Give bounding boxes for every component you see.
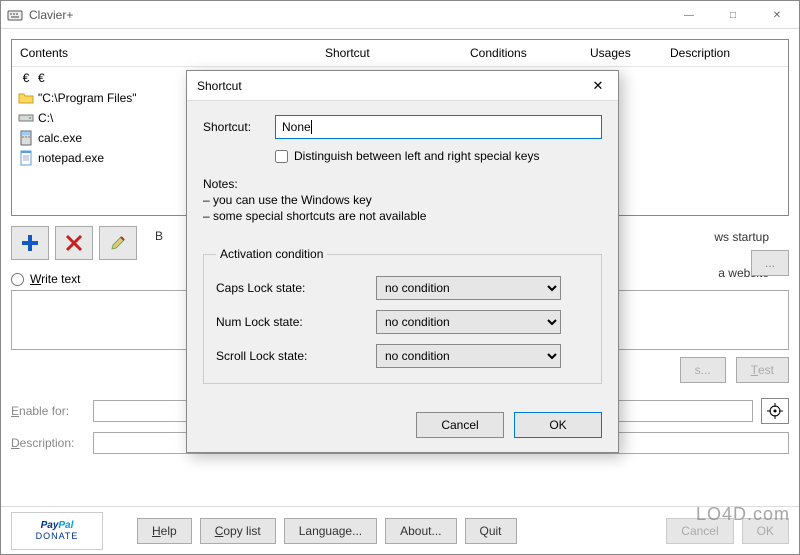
- dialog-close-button[interactable]: ✕: [584, 75, 612, 97]
- bottom-bar: PayPal DONATE Help Copy list Language...…: [1, 506, 799, 554]
- note-line: – some special shortcuts are not availab…: [203, 209, 602, 223]
- folder-icon: [18, 90, 34, 106]
- num-lock-row: Num Lock state: no condition: [216, 305, 589, 339]
- column-description[interactable]: Description: [662, 40, 788, 66]
- notes-block: Notes: – you can use the Windows key – s…: [203, 177, 602, 223]
- drive-icon: [18, 110, 34, 126]
- list-item-label: C:\: [38, 111, 53, 125]
- titlebar: Clavier+ — □ ✕: [1, 1, 799, 29]
- about-button[interactable]: About...: [385, 518, 456, 544]
- help-button[interactable]: Help: [137, 518, 192, 544]
- browse-button[interactable]: ...: [751, 250, 789, 276]
- paypal-donate-button[interactable]: PayPal DONATE: [11, 512, 103, 550]
- edit-button[interactable]: [99, 226, 137, 260]
- startup-label-partial: ws startup: [714, 230, 769, 244]
- target-picker-button[interactable]: [761, 398, 789, 424]
- enable-for-label: Enable for:: [11, 404, 85, 418]
- dialog-titlebar: Shortcut ✕: [187, 71, 618, 101]
- caps-lock-select[interactable]: no condition: [376, 276, 561, 300]
- column-contents[interactable]: Contents: [12, 40, 317, 66]
- column-conditions[interactable]: Conditions: [462, 40, 582, 66]
- list-item-label: calc.exe: [38, 131, 82, 145]
- shortcut-dialog: Shortcut ✕ Shortcut: None Distinguish be…: [186, 70, 619, 453]
- dialog-body: Shortcut: None Distinguish between left …: [187, 101, 618, 406]
- scroll-lock-row: Scroll Lock state: no condition: [216, 339, 589, 373]
- euro-icon: €: [18, 70, 34, 86]
- shortcut-input[interactable]: None: [275, 115, 602, 139]
- distinguish-row: Distinguish between left and right speci…: [275, 149, 602, 163]
- note-line: – you can use the Windows key: [203, 193, 602, 207]
- dialog-ok-button[interactable]: OK: [514, 412, 602, 438]
- caps-lock-row: Caps Lock state: no condition: [216, 271, 589, 305]
- app-icon: [7, 7, 23, 23]
- column-usages[interactable]: Usages: [582, 40, 662, 66]
- column-shortcut[interactable]: Shortcut: [317, 40, 462, 66]
- shortcut-label: Shortcut:: [203, 120, 267, 134]
- distinguish-label: Distinguish between left and right speci…: [294, 149, 539, 163]
- notepad-icon: [18, 150, 34, 166]
- delete-button[interactable]: [55, 226, 93, 260]
- write-text-label: Write text: [30, 272, 80, 286]
- notes-title: Notes:: [203, 177, 602, 191]
- scroll-lock-select[interactable]: no condition: [376, 344, 561, 368]
- more-button[interactable]: s...: [680, 357, 726, 383]
- main-cancel-button[interactable]: Cancel: [666, 518, 733, 544]
- list-item-label: notepad.exe: [38, 151, 104, 165]
- dialog-cancel-button[interactable]: Cancel: [416, 412, 504, 438]
- main-ok-button[interactable]: OK: [742, 518, 789, 544]
- quit-button[interactable]: Quit: [465, 518, 517, 544]
- maximize-button[interactable]: □: [711, 1, 755, 29]
- distinguish-checkbox[interactable]: [275, 150, 288, 163]
- copy-list-button[interactable]: Copy list: [200, 518, 276, 544]
- list-item-label: €: [38, 71, 45, 85]
- minimize-button[interactable]: —: [667, 1, 711, 29]
- list-header: Contents Shortcut Conditions Usages Desc…: [12, 40, 788, 67]
- add-button[interactable]: [11, 226, 49, 260]
- caps-lock-label: Caps Lock state:: [216, 281, 366, 295]
- num-lock-label: Num Lock state:: [216, 315, 366, 329]
- toolbar-label: BN: [155, 229, 164, 257]
- close-button[interactable]: ✕: [755, 1, 799, 29]
- activation-fieldset: Activation condition Caps Lock state: no…: [203, 247, 602, 384]
- description-label: Description:: [11, 436, 85, 450]
- window-controls: — □ ✕: [667, 1, 799, 29]
- calc-icon: [18, 130, 34, 146]
- window-title: Clavier+: [29, 8, 73, 22]
- language-button[interactable]: Language...: [284, 518, 377, 544]
- dialog-title: Shortcut: [197, 79, 242, 93]
- scroll-lock-label: Scroll Lock state:: [216, 349, 366, 363]
- shortcut-row: Shortcut: None: [203, 115, 602, 139]
- write-text-radio[interactable]: [11, 273, 24, 286]
- activation-legend: Activation condition: [216, 247, 327, 261]
- list-item-label: "C:\Program Files": [38, 91, 137, 105]
- test-button[interactable]: Test: [736, 357, 789, 383]
- dialog-footer: Cancel OK: [187, 406, 618, 452]
- num-lock-select[interactable]: no condition: [376, 310, 561, 334]
